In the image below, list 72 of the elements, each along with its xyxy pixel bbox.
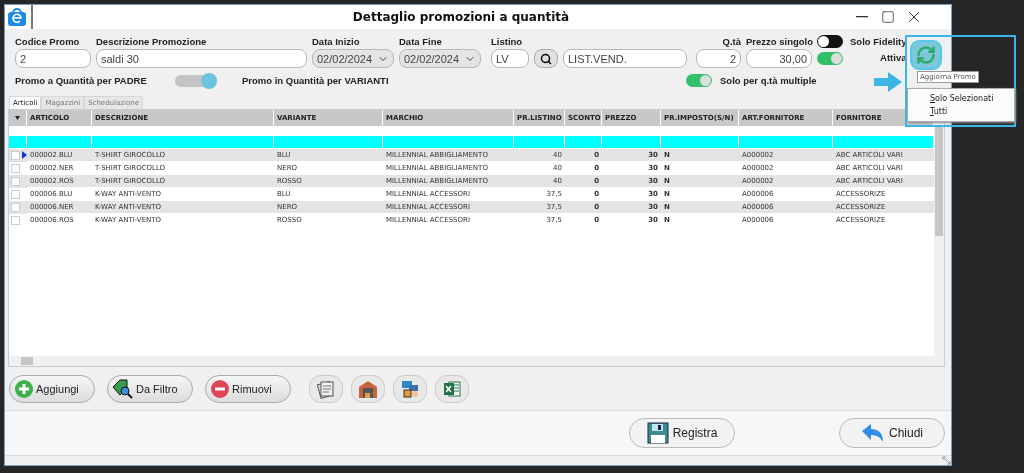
description-field[interactable]: saldi 30 [96,49,307,68]
filter-cell[interactable] [383,135,514,148]
action-button[interactable]: Da Filtro [107,374,193,403]
quantity-field[interactable]: 2 [696,49,741,68]
resize-grip-icon [942,456,951,465]
field-label: Data Fine [399,36,443,48]
footer-button[interactable]: Chiudi [839,418,945,449]
field-label: Q.tà [722,36,741,48]
row-selector[interactable] [9,148,27,162]
scrollbar-thumb[interactable] [935,125,943,236]
menu-item[interactable]: Solo Selezionati [908,92,1014,105]
arrow-icon [874,72,902,92]
toggle-label: Solo Fidelity [850,36,907,48]
date-field[interactable]: 02/02/2024 [312,49,394,68]
active-toggle[interactable] [817,52,843,65]
row-checkbox[interactable] [11,176,20,186]
boards-icon [400,378,420,399]
row-checkbox[interactable] [11,202,20,212]
price-list-field[interactable]: LV [491,49,529,68]
window-title: Dettaglio promozioni a quantità [351,10,571,24]
option-label: Promo a Quantità per PADRE [15,74,148,87]
tag-search-icon [112,378,134,399]
tool-button[interactable] [393,374,427,403]
row-checkbox[interactable] [11,150,20,160]
field-label: Descrizione Promozione [96,36,208,48]
documents-icon [316,378,336,399]
price-field[interactable]: 30,00 [746,49,812,68]
filter-cell[interactable] [833,135,934,148]
field-label: Listino [491,36,524,48]
undo-arrow-icon [861,423,885,444]
date-field[interactable]: 02/02/2024 [399,49,481,68]
row-checkbox[interactable] [11,189,20,199]
row-checkbox[interactable] [11,215,20,225]
refresh-icon [916,45,936,65]
filter-cell[interactable] [92,135,274,148]
tool-button[interactable] [435,374,469,403]
tool-button[interactable] [351,374,385,403]
code-field[interactable]: 2 [15,49,91,68]
action-button[interactable]: Aggiungi [9,374,95,403]
footer-button[interactable]: Registra [629,418,735,449]
plus-icon [14,378,34,399]
mode-switch[interactable] [175,74,217,87]
field-label: Prezzo singolo [746,36,812,48]
scrollbar-thumb[interactable] [21,357,33,366]
filter-cell[interactable] [661,135,739,148]
minus-icon [210,378,230,399]
filter-cell[interactable] [602,135,661,148]
filter-cell[interactable] [514,135,565,148]
filter-cell[interactable] [274,135,383,148]
search-button[interactable] [534,49,558,68]
dropdown-icon [15,115,20,120]
warehouse-icon [358,378,378,399]
filter-cell[interactable] [739,135,833,148]
option-label: Promo in Quantità per VARIANTI [242,74,390,87]
filter-cell[interactable] [27,135,92,148]
multiples-toggle[interactable] [686,74,712,87]
filter-cell[interactable] [565,135,602,148]
minimize-icon [856,16,868,18]
fidelity-toggle[interactable] [817,35,843,48]
refresh-button[interactable] [910,40,942,70]
toggle-label: Solo per q.tà multiple [720,74,817,87]
field-label: Codice Promo [15,36,81,48]
action-button[interactable]: Rimuovi [205,374,291,403]
field-label: Data Inizio [312,36,361,48]
row-checkbox[interactable] [11,163,20,173]
search-icon [540,52,552,65]
filter-cell[interactable] [9,135,27,148]
maximize-icon [881,10,895,24]
floppy-icon [646,422,669,445]
price-list-name-field[interactable]: LIST.VEND. [563,49,687,68]
tool-button[interactable] [309,374,343,403]
spreadsheet-icon [442,378,462,399]
